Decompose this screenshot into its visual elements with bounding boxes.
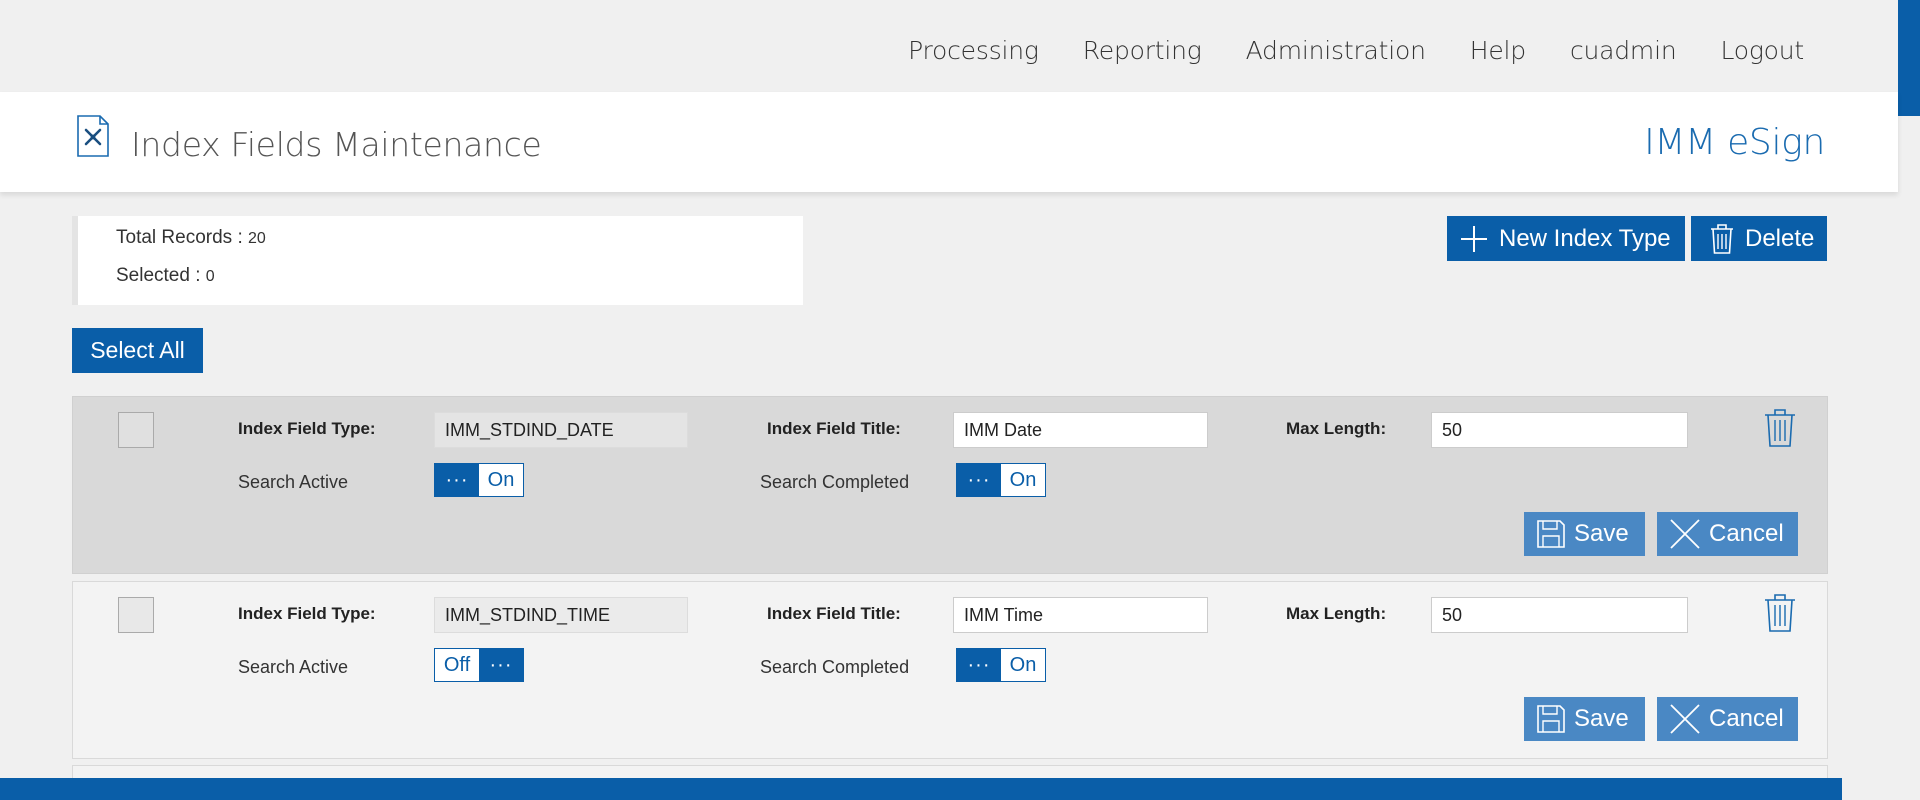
index-field-title-input[interactable]: IMM Date: [953, 412, 1208, 448]
index-field-row: Index Field Type: IMM_STDIND_TIME Index …: [72, 581, 1828, 759]
delete-label: Delete: [1745, 224, 1815, 252]
toggle-state: On: [1001, 649, 1045, 681]
save-label: Save: [1574, 705, 1629, 732]
total-records-value: 20: [248, 230, 266, 247]
toggle-knob: ···: [479, 649, 523, 681]
max-length-input[interactable]: 50: [1431, 597, 1688, 633]
brand-name: IMM eSign: [1644, 122, 1825, 163]
footer-bar: [0, 778, 1842, 800]
cancel-button[interactable]: Cancel: [1657, 697, 1798, 741]
save-button[interactable]: Save: [1524, 512, 1645, 556]
nav-help[interactable]: Help: [1470, 36, 1526, 65]
records-summary: Total Records : 20 Selected : 0: [72, 216, 803, 305]
row-checkbox[interactable]: [118, 412, 154, 448]
nav-administration[interactable]: Administration: [1246, 36, 1426, 65]
row-trash-icon[interactable]: [1763, 408, 1797, 448]
select-all-button[interactable]: Select All: [72, 328, 203, 373]
selected-value: 0: [205, 268, 215, 285]
index-field-type-value: IMM_STDIND_DATE: [434, 412, 688, 448]
toggle-knob: ···: [957, 649, 1001, 681]
search-completed-label: Search Completed: [760, 657, 910, 677]
tools-document-icon: [77, 115, 109, 157]
top-nav: Processing Reporting Administration Help…: [0, 0, 1898, 92]
cancel-label: Cancel: [1709, 520, 1784, 547]
page-title: Index Fields Maintenance: [131, 125, 542, 164]
nav-logout[interactable]: Logout: [1720, 36, 1804, 65]
plus-icon: [1461, 225, 1487, 252]
close-icon: [1670, 704, 1700, 734]
page-header: Index Fields Maintenance IMM eSign: [0, 92, 1898, 192]
search-active-toggle[interactable]: ··· On: [434, 463, 524, 497]
nav-processing[interactable]: Processing: [908, 36, 1039, 65]
search-active-label: Search Active: [238, 657, 349, 677]
trash-icon: [1711, 223, 1733, 254]
toggle-knob: ···: [957, 464, 1001, 496]
search-completed-toggle[interactable]: ··· On: [956, 463, 1046, 497]
close-icon: [1670, 519, 1700, 549]
index-field-title-label: Index Field Title:: [767, 604, 901, 623]
search-completed-label: Search Completed: [760, 472, 910, 492]
toggle-state: On: [479, 464, 523, 496]
nav-menu: Processing Reporting Administration Help…: [864, 36, 1804, 65]
index-field-type-value: IMM_STDIND_TIME: [434, 597, 688, 633]
new-index-type-button[interactable]: New Index Type: [1447, 216, 1685, 261]
save-button[interactable]: Save: [1524, 697, 1645, 741]
nav-reporting[interactable]: Reporting: [1083, 36, 1202, 65]
save-label: Save: [1574, 520, 1629, 547]
nav-user[interactable]: cuadmin: [1570, 36, 1677, 65]
index-field-type-label: Index Field Type:: [238, 604, 376, 623]
delete-button[interactable]: Delete: [1691, 216, 1827, 261]
index-field-title-label: Index Field Title:: [767, 419, 901, 438]
search-active-toggle[interactable]: Off ···: [434, 648, 524, 682]
scrollbar-thumb[interactable]: [1898, 0, 1920, 116]
selected-label: Selected :: [116, 265, 206, 286]
row-checkbox[interactable]: [118, 597, 154, 633]
selected-count: Selected : 0: [116, 265, 215, 287]
toggle-knob: ···: [435, 464, 479, 496]
max-length-label: Max Length:: [1286, 419, 1387, 438]
max-length-label: Max Length:: [1286, 604, 1387, 623]
total-records: Total Records : 20: [116, 227, 266, 249]
index-field-row: Index Field Type: IMM_STDIND_DATE Index …: [72, 396, 1828, 574]
toggle-state: Off: [435, 649, 479, 681]
floppy-disk-icon: [1537, 705, 1565, 733]
floppy-disk-icon: [1537, 520, 1565, 548]
max-length-input[interactable]: 50: [1431, 412, 1688, 448]
new-index-type-label: New Index Type: [1499, 224, 1671, 252]
row-trash-icon[interactable]: [1763, 593, 1797, 633]
cancel-button[interactable]: Cancel: [1657, 512, 1798, 556]
index-field-title-input[interactable]: IMM Time: [953, 597, 1208, 633]
cancel-label: Cancel: [1709, 705, 1784, 732]
search-completed-toggle[interactable]: ··· On: [956, 648, 1046, 682]
search-active-label: Search Active: [238, 472, 349, 492]
total-records-label: Total Records :: [116, 227, 248, 248]
toggle-state: On: [1001, 464, 1045, 496]
index-field-type-label: Index Field Type:: [238, 419, 376, 438]
